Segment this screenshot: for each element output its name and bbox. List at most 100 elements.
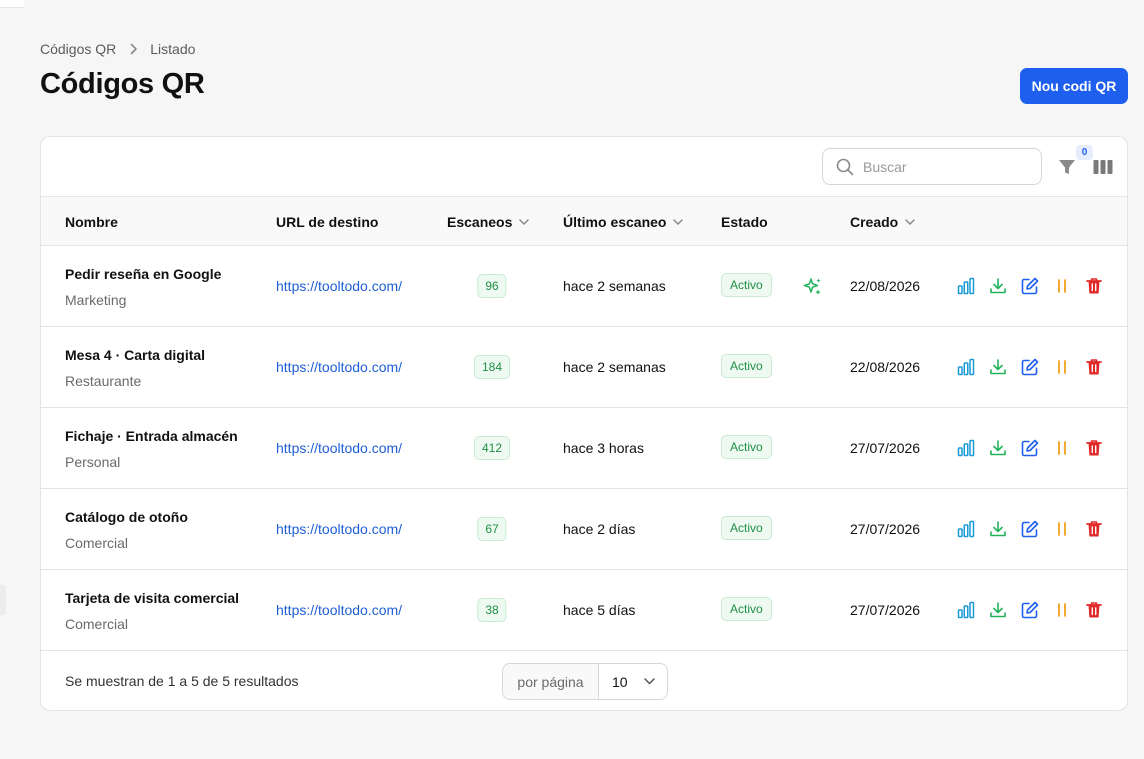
qr-name-cell: Tarjeta de visita comercial Comercial (65, 589, 239, 633)
edit-button[interactable] (1020, 600, 1040, 620)
search-input[interactable] (863, 158, 1023, 175)
qr-title[interactable]: Pedir reseña en Google (65, 265, 221, 283)
qr-name-cell: Pedir reseña en Google Marketing (65, 265, 221, 309)
status-badge: Activo (721, 354, 772, 378)
scans-badge: 67 (477, 517, 507, 541)
destination-url-link[interactable]: https://tooltodo.com/ (276, 601, 402, 619)
delete-button[interactable] (1084, 519, 1104, 539)
trash-icon (1085, 601, 1103, 619)
qr-title[interactable]: Catálogo de otoño (65, 508, 188, 526)
pause-button[interactable] (1052, 438, 1072, 458)
qr-category: Personal (65, 454, 121, 470)
column-header-name: Nombre (65, 197, 118, 246)
destination-url-link[interactable]: https://tooltodo.com/ (276, 277, 402, 295)
edit-icon (1021, 520, 1039, 538)
created-date: 27/07/2026 (850, 521, 921, 537)
pause-icon (1053, 520, 1071, 538)
columns-icon (1093, 159, 1113, 175)
download-icon (989, 601, 1007, 619)
delete-button[interactable] (1084, 276, 1104, 296)
scans-badge: 96 (477, 274, 507, 298)
download-button[interactable] (988, 357, 1008, 377)
qr-title[interactable]: Mesa 4 · Carta digital (65, 346, 205, 364)
column-header-created[interactable]: Creado (850, 197, 915, 246)
per-page-control: por página 10 (502, 663, 668, 700)
search-box[interactable] (822, 148, 1042, 185)
qr-category: Comercial (65, 616, 129, 632)
toggle-columns-button[interactable] (1093, 157, 1113, 177)
qr-name-cell: Fichaje · Entrada almacén Personal (65, 427, 238, 471)
qr-title[interactable]: Tarjeta de visita comercial (65, 589, 239, 607)
stats-icon (957, 520, 975, 538)
trash-icon (1085, 277, 1103, 295)
column-header-scans-label: Escaneos (447, 213, 513, 230)
sidebar-toggle-fragment[interactable] (0, 585, 6, 615)
column-header-last-scan[interactable]: Último escaneo (563, 197, 684, 246)
qr-title[interactable]: Fichaje · Entrada almacén (65, 427, 238, 445)
created-date: 22/08/2026 (850, 278, 921, 294)
delete-button[interactable] (1084, 600, 1104, 620)
pause-button[interactable] (1052, 357, 1072, 377)
download-button[interactable] (988, 600, 1008, 620)
download-icon (989, 358, 1007, 376)
last-scan-text: hace 2 semanas (563, 359, 666, 375)
edit-icon (1021, 277, 1039, 295)
chevron-right-icon (130, 43, 138, 55)
edit-button[interactable] (1020, 357, 1040, 377)
delete-button[interactable] (1084, 438, 1104, 458)
edit-button[interactable] (1020, 519, 1040, 539)
stats-button[interactable] (956, 600, 976, 620)
last-scan-text: hace 5 días (563, 602, 636, 618)
column-header-status: Estado (721, 197, 768, 246)
table-row: Fichaje · Entrada almacén Personal https… (41, 408, 1127, 489)
column-header-status-label: Estado (721, 213, 768, 230)
filter-button[interactable] (1057, 157, 1077, 177)
trash-icon (1085, 520, 1103, 538)
breadcrumb-parent-link[interactable]: Códigos QR (40, 41, 116, 57)
stats-button[interactable] (956, 438, 976, 458)
per-page-select[interactable]: 10 (599, 664, 667, 699)
pause-button[interactable] (1052, 276, 1072, 296)
qr-category: Comercial (65, 535, 129, 551)
destination-url-link[interactable]: https://tooltodo.com/ (276, 520, 402, 538)
delete-button[interactable] (1084, 357, 1104, 377)
edit-button[interactable] (1020, 276, 1040, 296)
sparkle-icon (803, 277, 823, 297)
stats-button[interactable] (956, 276, 976, 296)
download-button[interactable] (988, 519, 1008, 539)
stats-button[interactable] (956, 357, 976, 377)
table-row: Pedir reseña en Google Marketing https:/… (41, 246, 1127, 327)
edit-button[interactable] (1020, 438, 1040, 458)
pause-button[interactable] (1052, 519, 1072, 539)
destination-url-link[interactable]: https://tooltodo.com/ (276, 358, 402, 376)
new-qr-code-button[interactable]: Nou codi QR (1020, 68, 1128, 104)
download-icon (989, 520, 1007, 538)
qr-name-cell: Mesa 4 · Carta digital Restaurante (65, 346, 205, 390)
table-row: Catálogo de otoño Comercial https://tool… (41, 489, 1127, 570)
breadcrumb-current: Listado (150, 41, 196, 57)
pause-icon (1053, 439, 1071, 457)
window-corner-fragment (0, 0, 24, 8)
status-badge: Activo (721, 516, 772, 540)
download-button[interactable] (988, 438, 1008, 458)
results-summary: Se muestran de 1 a 5 de 5 resultados (65, 673, 299, 689)
stats-button[interactable] (956, 519, 976, 539)
pause-button[interactable] (1052, 600, 1072, 620)
edit-icon (1021, 358, 1039, 376)
download-icon (989, 277, 1007, 295)
trash-icon (1085, 439, 1103, 457)
destination-url-link[interactable]: https://tooltodo.com/ (276, 439, 402, 457)
per-page-value: 10 (612, 673, 628, 690)
pause-icon (1053, 601, 1071, 619)
qr-name-cell: Catálogo de otoño Comercial (65, 508, 188, 552)
status-badge: Activo (721, 435, 772, 459)
edit-icon (1021, 601, 1039, 619)
column-header-created-label: Creado (850, 213, 899, 230)
column-header-scans[interactable]: Escaneos (447, 197, 530, 246)
breadcrumb: Códigos QR Listado (40, 41, 195, 57)
trash-icon (1085, 358, 1103, 376)
table-row: Tarjeta de visita comercial Comercial ht… (41, 570, 1127, 651)
download-button[interactable] (988, 276, 1008, 296)
page-title: Códigos QR (40, 68, 205, 100)
column-header-url: URL de destino (276, 197, 378, 246)
